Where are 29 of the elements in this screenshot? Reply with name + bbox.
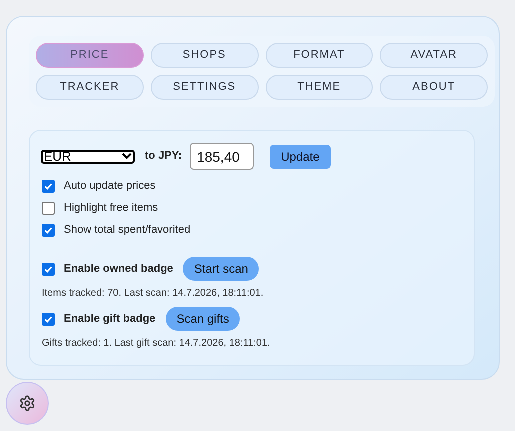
rate-field[interactable]: 185,40 (190, 143, 254, 170)
tab[interactable]: SETTINGS (150, 75, 258, 100)
tab[interactable]: PRICE (36, 43, 144, 68)
currency-label: to JPY: (145, 149, 182, 164)
scan-button[interactable]: Start scan (183, 257, 260, 281)
chevron-down-icon (122, 153, 132, 160)
badge-label: Enable owned badge (64, 262, 174, 277)
checkbox[interactable] (42, 312, 55, 326)
settings-icon (19, 395, 36, 412)
scan-status: Gifts tracked: 1. Last gift scan: 14.7.2026, 18:11:01. (42, 337, 272, 351)
currency-select[interactable]: EUR (41, 150, 135, 164)
update-button[interactable]: Update (270, 144, 331, 168)
tab[interactable]: TRACKER (36, 75, 144, 100)
scan-button[interactable]: Scan gifts (166, 307, 240, 331)
badge-label: Enable gift badge (64, 312, 156, 327)
tab[interactable]: FORMAT (266, 43, 374, 68)
settings-button[interactable] (6, 382, 49, 425)
checkbox[interactable] (42, 224, 55, 237)
checkbox[interactable] (42, 202, 55, 215)
tab[interactable]: SHOPS (150, 43, 258, 68)
tab[interactable]: AVATAR (380, 43, 488, 68)
option-label: Highlight free items (64, 201, 158, 216)
tab[interactable]: THEME (266, 75, 374, 100)
checkbox[interactable] (42, 262, 55, 276)
scan-status: Items tracked: 70. Last scan: 14.7.2026, 18:11:01. (42, 287, 265, 301)
option-label: Show total spent/favorited (64, 223, 191, 238)
option-label: Auto update prices (64, 179, 156, 194)
tab[interactable]: ABOUT (380, 75, 488, 100)
checkbox[interactable] (42, 180, 55, 193)
